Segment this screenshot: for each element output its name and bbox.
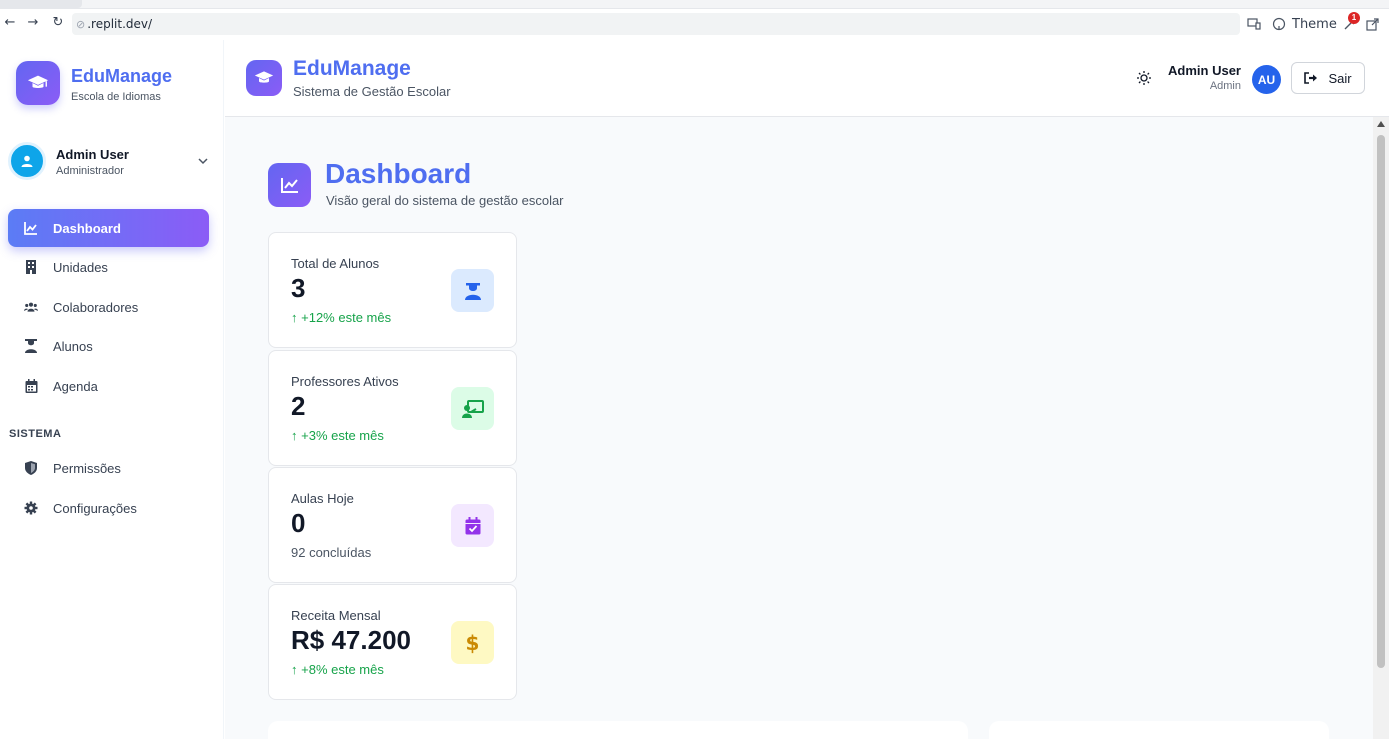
open-external-icon[interactable] <box>1366 15 1379 33</box>
sidebar-item-label: Permissões <box>53 460 121 476</box>
arrow-up-icon: ↑ <box>291 662 298 677</box>
sidebar-user-role: Administrador <box>56 165 124 177</box>
student-icon <box>24 339 38 353</box>
stat-value: R$ 47.200 <box>291 625 411 655</box>
sidebar-item-label: Dashboard <box>53 220 121 236</box>
dollar-icon: $ <box>451 621 494 664</box>
stat-trend-text: +3% este mês <box>301 428 384 443</box>
stat-trend: 92 concluídas <box>291 545 372 560</box>
stat-label: Aulas Hoje <box>291 491 354 506</box>
sidebar-item-agenda[interactable]: Agenda <box>8 367 209 405</box>
sun-icon[interactable] <box>1136 70 1152 86</box>
browser-tab-strip <box>0 0 1389 8</box>
content-card <box>268 721 968 739</box>
users-icon <box>24 300 38 314</box>
stat-trend: ↑ +3% este mês <box>291 428 384 443</box>
logout-button[interactable]: Sair <box>1291 62 1365 94</box>
calendar-icon <box>24 379 38 393</box>
main-content: Dashboard Visão geral do sistema de gest… <box>225 117 1373 739</box>
graduate-icon <box>451 269 494 312</box>
stat-label: Total de Alunos <box>291 256 380 271</box>
sidebar-brand-subtitle: Escola de Idiomas <box>71 91 161 103</box>
scroll-up-icon[interactable] <box>1377 121 1385 127</box>
stat-value: 3 <box>291 273 306 303</box>
theme-label: Theme <box>1292 16 1337 32</box>
sidebar-item-alunos[interactable]: Alunos <box>8 327 209 365</box>
stat-value: 2 <box>291 391 306 421</box>
sidebar-user-menu[interactable]: Admin User Administrador <box>8 142 216 182</box>
page-title: Dashboard <box>325 158 472 189</box>
gear-icon <box>24 501 38 515</box>
page-subtitle: Visão geral do sistema de gestão escolar <box>326 193 564 208</box>
scroll-thumb[interactable] <box>1377 135 1385 668</box>
stat-label: Professores Ativos <box>291 374 399 389</box>
theme-button[interactable]: Theme <box>1272 15 1337 33</box>
dashboard-heading-icon <box>268 163 311 207</box>
devices-icon[interactable] <box>1247 15 1261 33</box>
sidebar-brand-title: EduManage <box>71 66 173 86</box>
stat-label: Receita Mensal <box>291 608 381 623</box>
sidebar-item-dashboard[interactable]: Dashboard <box>8 209 209 247</box>
stat-value: 0 <box>291 508 306 538</box>
sign-out-icon <box>1304 72 1318 84</box>
arrow-up-icon: ↑ <box>291 428 298 443</box>
user-avatar <box>8 142 46 180</box>
sidebar: EduManage Escola de Idiomas Admin User A… <box>0 40 224 739</box>
sidebar-item-label: Agenda <box>53 378 98 394</box>
stat-trend-text: +8% este mês <box>301 662 384 677</box>
url-text: .replit.dev/ <box>87 17 153 31</box>
header-title: EduManage <box>293 57 411 80</box>
stat-trend: ↑ +8% este mês <box>291 662 384 677</box>
stat-trend: ↑ +12% este mês <box>291 310 391 325</box>
back-icon[interactable]: ← <box>2 15 18 31</box>
calendar-check-icon <box>451 504 494 547</box>
sidebar-item-label: Configurações <box>53 500 137 516</box>
stat-card-total-alunos: Total de Alunos 3 ↑ +12% este mês <box>268 232 517 348</box>
teacher-icon <box>451 387 494 430</box>
stat-card-receita: Receita Mensal R$ 47.200 ↑ +8% este mês … <box>268 584 517 700</box>
chart-line-icon <box>280 178 298 193</box>
palette-icon <box>1272 17 1286 31</box>
link-icon: ⊘ <box>76 17 86 31</box>
main-scrollbar[interactable] <box>1373 117 1389 739</box>
header-avatar[interactable]: AU <box>1252 65 1281 94</box>
building-icon <box>24 260 38 274</box>
sidebar-logo <box>16 61 60 105</box>
stat-trend-text: +12% este mês <box>301 310 392 325</box>
user-icon <box>21 155 33 167</box>
sidebar-section-label: SISTEMA <box>9 428 62 440</box>
header-logo <box>246 60 282 96</box>
sidebar-item-colaboradores[interactable]: Colaboradores <box>8 288 209 326</box>
graduation-cap-icon <box>27 75 49 89</box>
content-card <box>989 721 1329 739</box>
logout-label: Sair <box>1328 70 1352 86</box>
header-user-role: Admin <box>1209 80 1241 92</box>
sidebar-item-label: Unidades <box>53 259 108 275</box>
chevron-down-icon[interactable] <box>196 154 210 168</box>
sidebar-item-label: Alunos <box>53 338 93 354</box>
sidebar-user-name: Admin User <box>56 147 129 162</box>
sidebar-item-label: Colaboradores <box>53 299 139 315</box>
sidebar-item-unidades[interactable]: Unidades <box>8 248 209 286</box>
top-header: EduManage Sistema de Gestão Escolar Admi… <box>225 40 1389 117</box>
browser-tab[interactable] <box>0 0 82 8</box>
header-user-name: Admin User <box>1168 63 1241 78</box>
reload-icon[interactable]: ↻ <box>50 15 66 31</box>
address-bar[interactable]: ⊘ .replit.dev/ <box>72 13 1240 35</box>
sidebar-item-permissoes[interactable]: Permissões <box>8 449 209 487</box>
forward-icon[interactable]: → <box>25 15 41 31</box>
stat-card-aulas-hoje: Aulas Hoje 0 92 concluídas <box>268 467 517 583</box>
stat-card-professores: Professores Ativos 2 ↑ +3% este mês <box>268 350 517 466</box>
header-subtitle: Sistema de Gestão Escolar <box>293 84 451 99</box>
arrow-up-icon: ↑ <box>291 310 298 325</box>
chart-line-icon <box>24 221 38 235</box>
notification-badge: 1 <box>1348 12 1360 24</box>
sidebar-item-configuracoes[interactable]: Configurações <box>8 489 209 527</box>
graduation-cap-icon <box>254 71 274 83</box>
shield-icon <box>24 461 38 475</box>
